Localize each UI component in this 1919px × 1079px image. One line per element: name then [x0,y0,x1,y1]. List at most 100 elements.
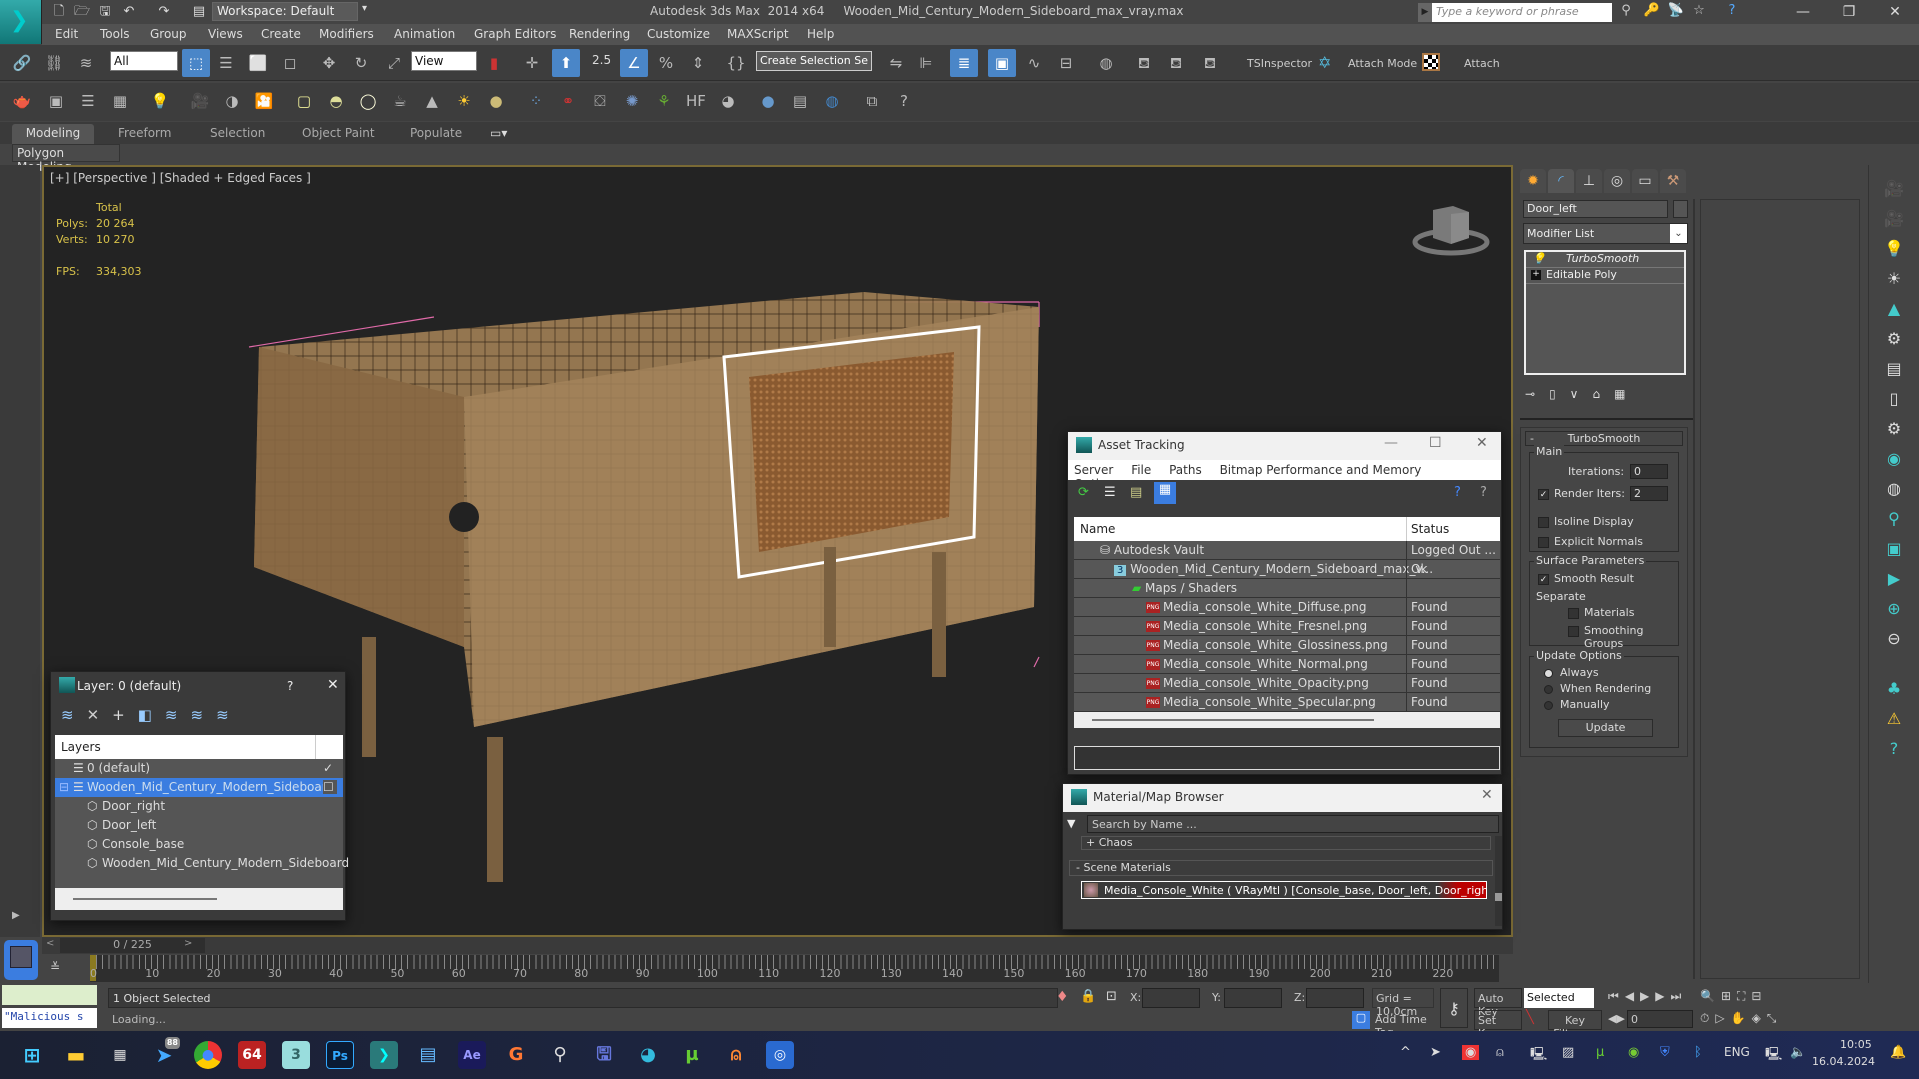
play-icon[interactable]: ▶ [1883,569,1905,591]
recording-tray-icon[interactable]: ◉ [1462,1045,1480,1060]
add-camera-icon[interactable]: 🎥 [1883,209,1905,231]
tree-list-icon[interactable]: ▤ [1883,359,1905,381]
current-layer-check[interactable]: ✓ [323,761,333,775]
plane-light-icon[interactable]: ▢ [290,87,318,115]
chrome-icon[interactable]: ● [194,1041,222,1069]
hide-freeze-icon[interactable]: ≋ [216,706,242,724]
render-frame-icon[interactable]: ▣ [42,87,70,115]
car-icon[interactable]: ⊖ [1883,629,1905,651]
rotate-icon[interactable]: ↻ [347,49,375,77]
time-config-icon[interactable]: ⏱ [1700,1011,1715,1025]
menu-tools[interactable]: Tools [100,27,130,41]
chevron-down-icon[interactable]: ▾ [362,3,367,14]
network-tray-icon[interactable]: 🖳 [1765,1045,1782,1067]
redo-icon[interactable]: ↷ [155,3,173,21]
dome-light-icon[interactable]: ◓ [322,87,350,115]
proxy-icon[interactable]: ⛋ [586,87,614,115]
options-menu-icon[interactable]: ▼ [1067,817,1075,830]
highlight-layer-icon[interactable]: ≋ [191,706,217,724]
current-frame-field[interactable]: 0 [1627,1010,1693,1028]
3dsmax-2014-icon[interactable]: ❯ [370,1041,398,1069]
tsinspector-button[interactable]: TSInspector [1247,57,1312,70]
menu-modifiers[interactable]: Modifiers [319,27,374,41]
scene-materials-group[interactable]: - Scene Materials [1069,860,1493,876]
hierarchy-tab-icon[interactable]: ⊥ [1576,169,1602,193]
object-name-field[interactable]: Door_left [1523,200,1668,218]
teapot-icon[interactable]: 🫖 [8,87,36,115]
list-icon[interactable]: ☰ [74,87,102,115]
mesh-light-icon[interactable]: ☕ [386,87,414,115]
search-by-name-input[interactable]: Search by Name ... [1087,815,1499,833]
minimize-button[interactable]: — [1780,0,1826,24]
play-icon[interactable]: ▶ [1640,989,1655,1003]
snap-toggle-value[interactable]: 2.5 [592,53,611,67]
z-coordinate-field[interactable] [1306,988,1364,1008]
zoom-extents-all-icon[interactable]: ⊟ [1751,989,1767,1003]
object-row[interactable]: ⬡ Door_right [55,797,343,816]
utorrent-icon[interactable]: µ [678,1041,706,1069]
spot-light-icon[interactable]: ▲ [418,87,446,115]
menu-bitmap-performance[interactable]: Bitmap Performance and Memory [1220,463,1422,477]
selection-filter-dropdown[interactable]: All [110,51,178,71]
network-lock-tray-icon[interactable]: 🖳 [1530,1045,1547,1067]
prev-frame-icon[interactable]: < [46,938,54,949]
add-time-tag-button[interactable]: Add Time Tag [1372,1011,1434,1039]
layers-column-header[interactable]: Layers [55,735,343,759]
vertical-scrollbar[interactable] [1495,836,1502,926]
nvidia-tray-icon[interactable]: ◉ [1628,1045,1639,1060]
mini-listener-button[interactable] [4,940,38,980]
time-slider[interactable]: < 0 / 225 > [42,937,1513,954]
ies-light-icon[interactable]: ● [482,87,510,115]
key-mode-dropdown[interactable]: Selected [1524,988,1594,1008]
tab-object-paint[interactable]: Object Paint [302,126,375,140]
new-file-icon[interactable]: 🗋 [50,3,68,21]
manipulate-icon[interactable]: ✛ [518,49,546,77]
next-frame-icon[interactable]: ▶ [1655,989,1670,1003]
menu-group[interactable]: Group [150,27,187,41]
bind-space-warp-icon[interactable]: ≋ [72,49,100,77]
horizontal-scrollbar[interactable] [55,888,343,910]
scale-icon[interactable]: ⤢ [380,49,408,77]
key-icon[interactable]: 🔑 [1643,3,1661,21]
absolute-mode-icon[interactable]: ⊡ [1106,989,1117,1004]
notepad-icon[interactable]: ▤ [414,1041,442,1069]
restore-button[interactable]: ❐ [1826,0,1872,24]
materials-checkbox[interactable] [1568,608,1579,619]
zoom-all-icon[interactable]: ⊞ [1721,989,1737,1003]
edge-icon[interactable]: ◕ [634,1041,662,1069]
workspace-dropdown[interactable]: Workspace: Default [212,2,358,21]
scene-explorer-icon[interactable]: ▣ [988,49,1016,77]
tree-icon[interactable]: ▲ [1883,299,1905,321]
pivot-center-icon[interactable]: ▮ [480,49,508,77]
manually-radio[interactable] [1544,701,1553,710]
iterations-spinner[interactable]: 0 [1630,464,1668,479]
window-icon[interactable]: ▣ [1883,539,1905,561]
vfb-icon[interactable]: ▤ [786,87,814,115]
infocenter-search-input[interactable]: Type a keyword or phrase [1432,3,1612,22]
table-row[interactable]: 3 Wooden_Mid_Century_Modern_Sideboard_ma… [1074,560,1500,579]
explicit-normals-checkbox[interactable] [1538,537,1549,548]
update-button[interactable]: Update [1558,719,1653,737]
layer-manager-icon[interactable]: ≣ [950,49,978,77]
screenshot-icon[interactable]: ◎ [766,1041,794,1069]
layer-row-default[interactable]: ☰ 0 (default) ✓ [55,759,343,778]
menu-edit[interactable]: Edit [55,27,78,41]
menu-file[interactable]: File [1131,463,1151,477]
photoshop-icon[interactable]: Ps [326,1041,354,1069]
attach-mode-icon[interactable]: ✡ [1318,53,1331,72]
edit-named-selection-icon[interactable]: {} [722,49,750,77]
pin-stack-icon[interactable]: ⊸ [1525,387,1549,401]
scrollbar-thumb[interactable] [1495,893,1502,901]
align-icon[interactable]: ⊫ [912,49,940,77]
named-selection-dropdown[interactable]: Create Selection Se [756,51,872,71]
material-editor-icon[interactable]: ◍ [1092,49,1120,77]
set-key-mode-key-icon[interactable]: ⚷ [1440,988,1468,1028]
close-button[interactable]: ✕ [1481,787,1493,803]
volume-tray-icon[interactable]: 🔈 [1790,1045,1806,1060]
select-objects-icon[interactable]: ◧ [138,706,165,724]
layer-row-sideboard[interactable]: ⊟ ☰ Wooden_Mid_Century_Modern_Sideboard ☐ [55,778,343,797]
isolate-icon[interactable]: ♦ [1056,989,1069,1005]
hotspot-tray-icon[interactable]: ⍝ [1496,1045,1504,1060]
make-unique-icon[interactable]: ∨ [1570,387,1593,401]
configure-sets-icon[interactable]: ▦ [1614,387,1639,401]
